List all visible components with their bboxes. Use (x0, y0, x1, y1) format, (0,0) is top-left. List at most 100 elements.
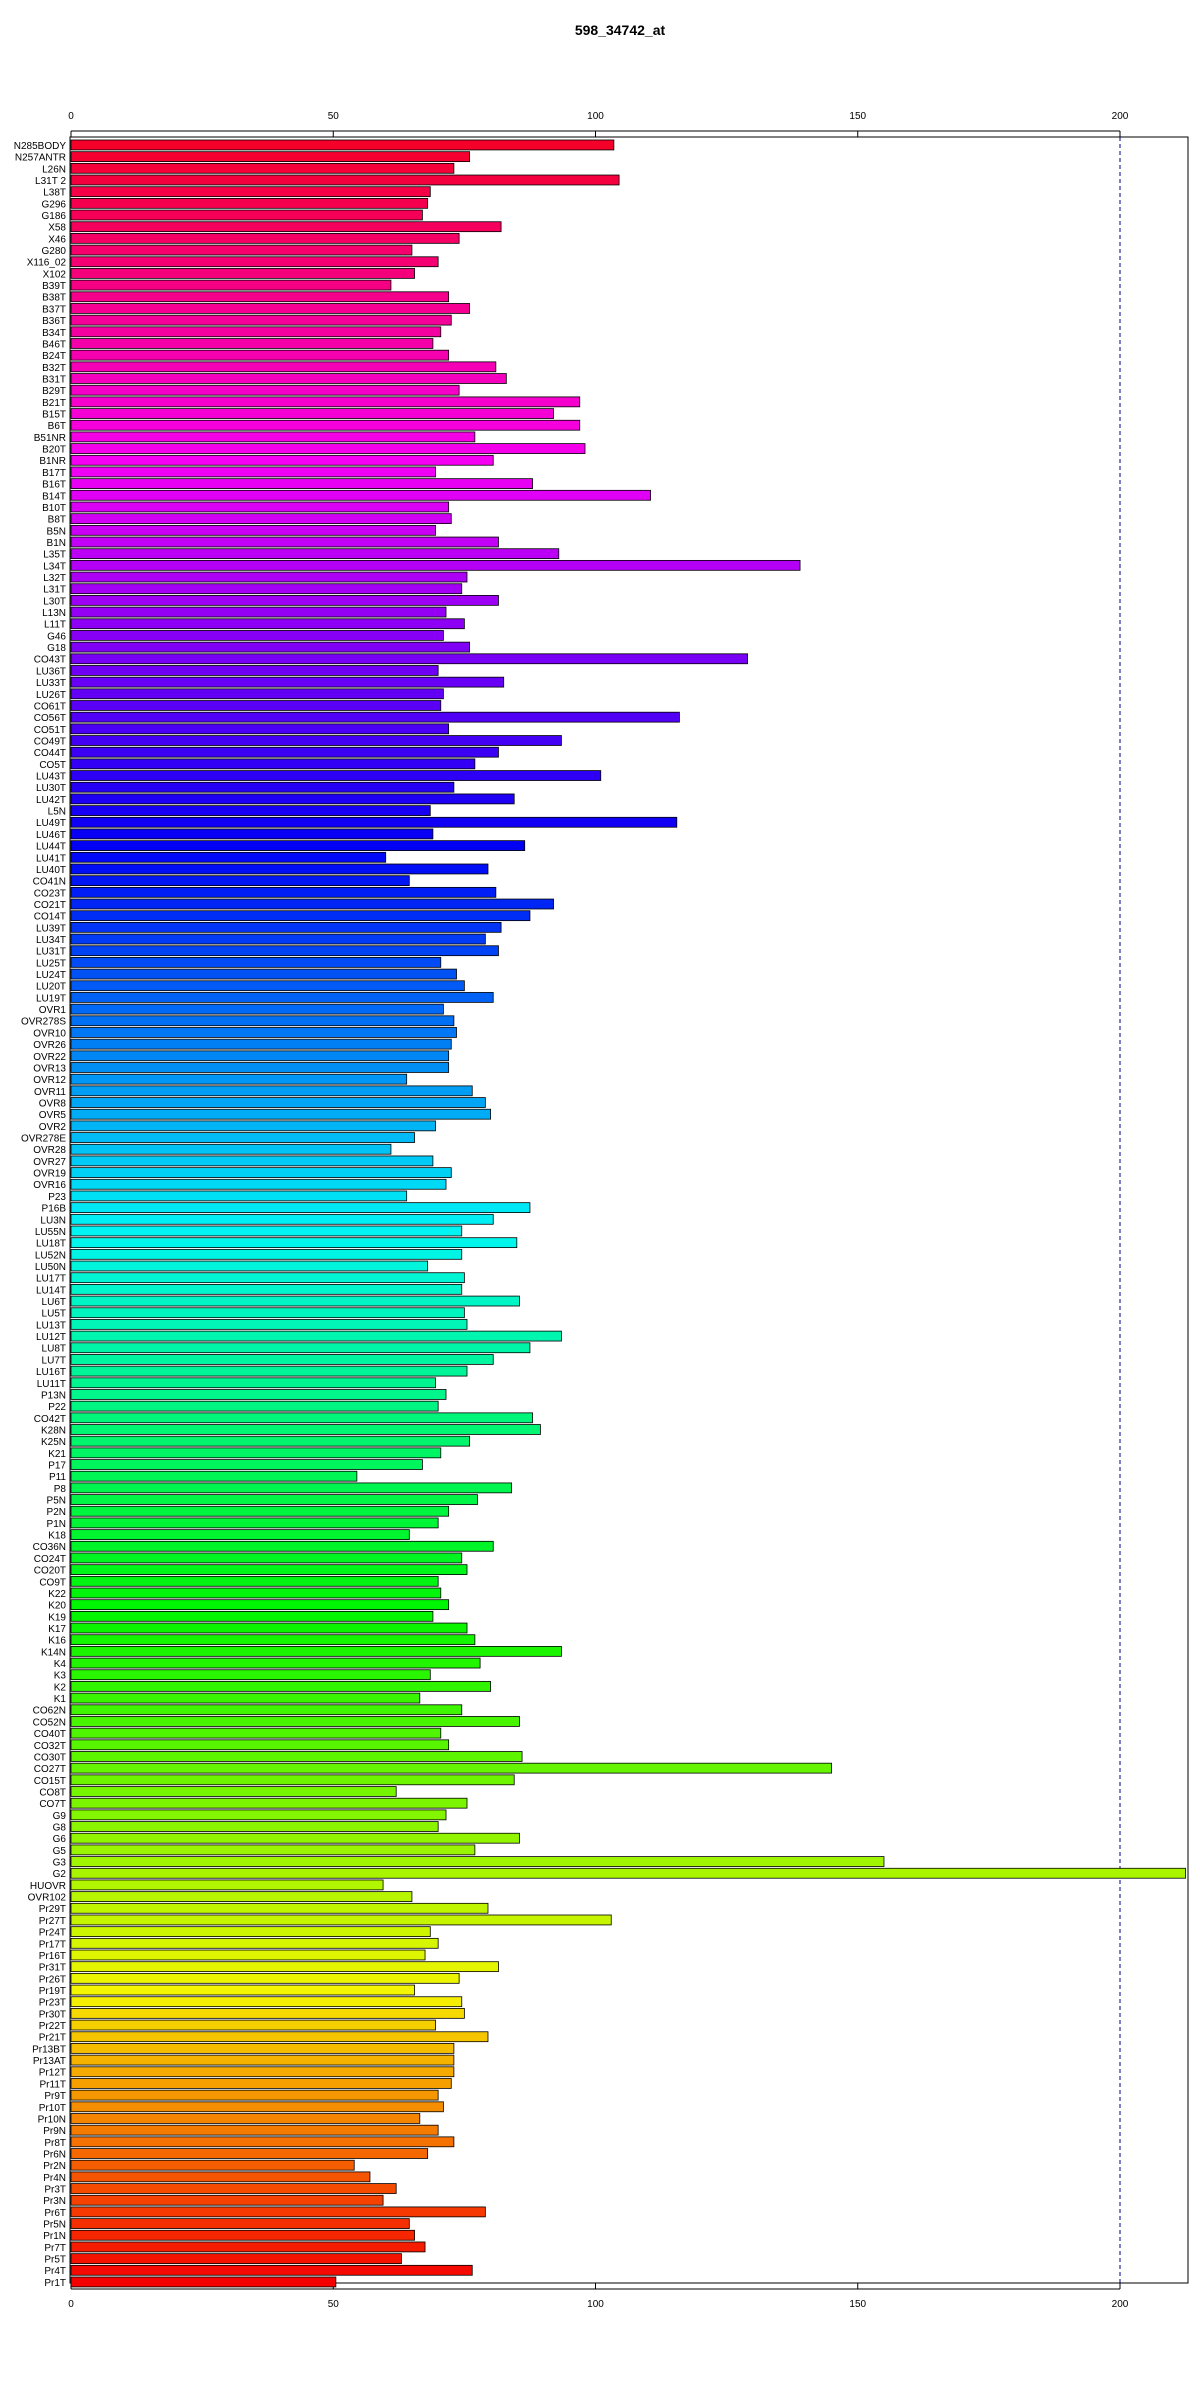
category-label: P17 (48, 1460, 66, 1471)
bar (70, 711, 680, 723)
category-label: LU33T (36, 678, 66, 689)
bar (70, 665, 439, 676)
bar (70, 758, 476, 770)
bar (70, 1097, 486, 1108)
category-label: K2 (54, 1682, 67, 1693)
category-label: Pr5N (43, 2220, 66, 2231)
category-label: B46T (42, 339, 66, 350)
bar (70, 1132, 415, 1143)
category-label: CO40T (34, 1729, 66, 1740)
bar (70, 466, 436, 478)
category-label: K16 (48, 1636, 66, 1647)
bar (70, 1389, 447, 1400)
bar (70, 2171, 371, 2183)
bar (70, 361, 497, 373)
bar (70, 1786, 397, 1797)
category-label: Pr22T (39, 2021, 66, 2032)
category-label: LU14T (36, 1285, 66, 1296)
bar (70, 2206, 486, 2218)
bar (70, 2229, 415, 2241)
category-label: B34T (42, 328, 66, 339)
bar (70, 2276, 337, 2288)
bar (70, 384, 460, 396)
bar (70, 209, 423, 221)
chart-title: 598_34742_at (575, 22, 666, 38)
category-label: CO56T (34, 713, 66, 724)
bar (70, 1681, 492, 1692)
bar (70, 863, 489, 875)
bar (70, 1774, 515, 1786)
category-label: L11T (44, 620, 66, 631)
bar (70, 2078, 452, 2089)
bar (70, 291, 450, 303)
category-label: Pr8T (44, 2138, 66, 2149)
category-label: OVR28 (33, 1145, 66, 1156)
bar (70, 2148, 429, 2159)
category-label: Pr30T (39, 2009, 66, 2020)
category-label: K18 (48, 1531, 66, 1542)
category-label: LU25T (36, 958, 66, 969)
bar (70, 1400, 439, 1412)
category-label: B17T (42, 468, 66, 479)
category-label: K20 (48, 1601, 66, 1612)
category-label: Pr4N (43, 2173, 66, 2184)
bar (70, 735, 562, 746)
bar (70, 2008, 465, 2019)
bar (70, 992, 494, 1003)
bar (70, 921, 502, 933)
category-label: Pr6T (44, 2208, 66, 2219)
x-tick-label-bottom: 0 (68, 2299, 74, 2310)
category-label: B32T (42, 363, 66, 374)
bars (70, 139, 1186, 2288)
category-label: CO21T (34, 900, 66, 911)
category-label: P13N (41, 1390, 66, 1401)
bar (70, 957, 442, 968)
category-label: LU43T (36, 772, 66, 783)
category-label: B1NR (39, 456, 66, 467)
bar (70, 1050, 450, 1062)
category-label: B37T (42, 304, 66, 315)
category-label: P22 (48, 1402, 66, 1413)
bar (70, 968, 457, 980)
bar (70, 1342, 531, 1354)
bar (70, 1225, 463, 1237)
category-label: B31T (42, 374, 66, 385)
category-label: OVR2 (39, 1122, 67, 1133)
bar (70, 1692, 421, 1704)
bar (70, 1704, 463, 1716)
bar (70, 1564, 468, 1575)
bar (70, 1365, 468, 1377)
category-label: B20T (42, 445, 66, 456)
category-label: LU26T (36, 690, 66, 701)
category-label: B6T (48, 421, 66, 432)
bar (70, 1190, 408, 1202)
category-label: LU41T (36, 853, 66, 864)
category-label: CO14T (34, 912, 66, 923)
bar (70, 1027, 457, 1038)
bar (70, 781, 455, 793)
bar (70, 1435, 471, 1447)
bar (70, 1809, 447, 1821)
category-label: LU5T (42, 1309, 66, 1320)
bar (70, 162, 455, 174)
bar (70, 1062, 450, 1073)
category-label: CO9T (39, 1577, 66, 1588)
bar (70, 851, 387, 863)
bar (70, 1003, 444, 1015)
bar (70, 373, 507, 384)
category-label: CO62N (33, 1706, 66, 1717)
bar (70, 910, 531, 922)
category-label: LU52N (35, 1250, 66, 1261)
category-label: N285BODY (14, 141, 67, 152)
bar (70, 1832, 520, 1844)
bar (70, 1155, 434, 1167)
bar (70, 1891, 413, 1902)
category-label: P11 (49, 1472, 66, 1483)
category-label: Pr1N (43, 2231, 66, 2242)
category-label: CO23T (34, 888, 66, 899)
bar (70, 349, 450, 361)
bar (70, 2043, 455, 2054)
bar (70, 1178, 447, 1190)
category-label: LU8T (42, 1344, 66, 1355)
category-label: K17 (48, 1624, 66, 1635)
